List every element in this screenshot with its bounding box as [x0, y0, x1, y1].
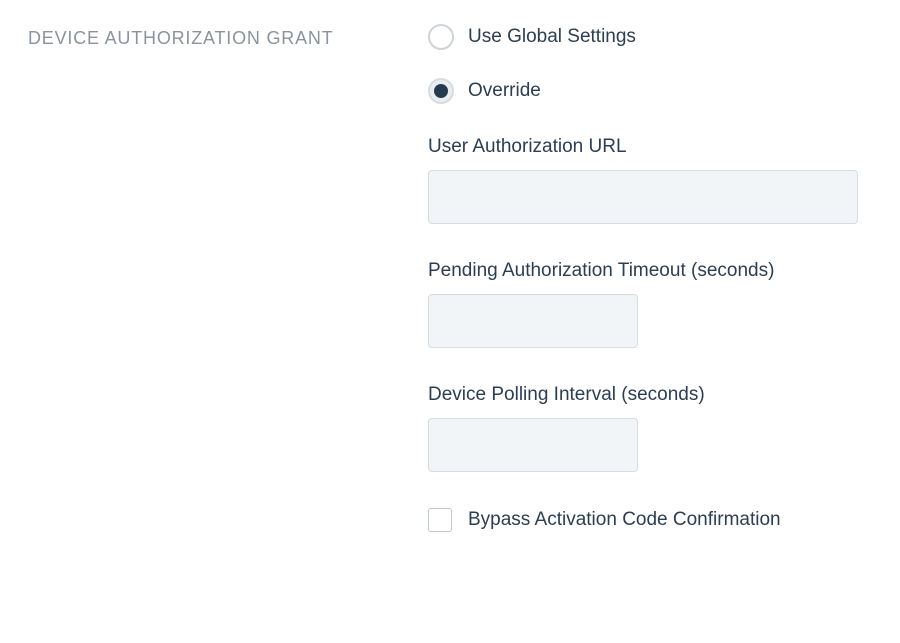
radio-override[interactable]: Override — [428, 78, 872, 104]
field-user-authorization-url: User Authorization URL — [428, 136, 872, 224]
checkbox-bypass-activation-code[interactable]: Bypass Activation Code Confirmation — [428, 508, 872, 532]
checkbox-label: Bypass Activation Code Confirmation — [468, 509, 781, 531]
radio-use-global-settings[interactable]: Use Global Settings — [428, 24, 872, 50]
radio-label: Use Global Settings — [468, 26, 636, 48]
field-device-polling-interval: Device Polling Interval (seconds) — [428, 384, 872, 472]
field-label: Pending Authorization Timeout (seconds) — [428, 260, 872, 282]
pending-authorization-timeout-input[interactable] — [428, 294, 638, 348]
radio-icon — [428, 24, 454, 50]
radio-label: Override — [468, 80, 541, 102]
radio-icon — [428, 78, 454, 104]
checkbox-icon — [428, 508, 452, 532]
radio-group-mode: Use Global Settings Override — [428, 24, 872, 104]
device-polling-interval-input[interactable] — [428, 418, 638, 472]
field-label: Device Polling Interval (seconds) — [428, 384, 872, 406]
user-authorization-url-input[interactable] — [428, 170, 858, 224]
section-title: DEVICE AUTHORIZATION GRANT — [28, 28, 348, 49]
field-pending-authorization-timeout: Pending Authorization Timeout (seconds) — [428, 260, 872, 348]
field-label: User Authorization URL — [428, 136, 872, 158]
